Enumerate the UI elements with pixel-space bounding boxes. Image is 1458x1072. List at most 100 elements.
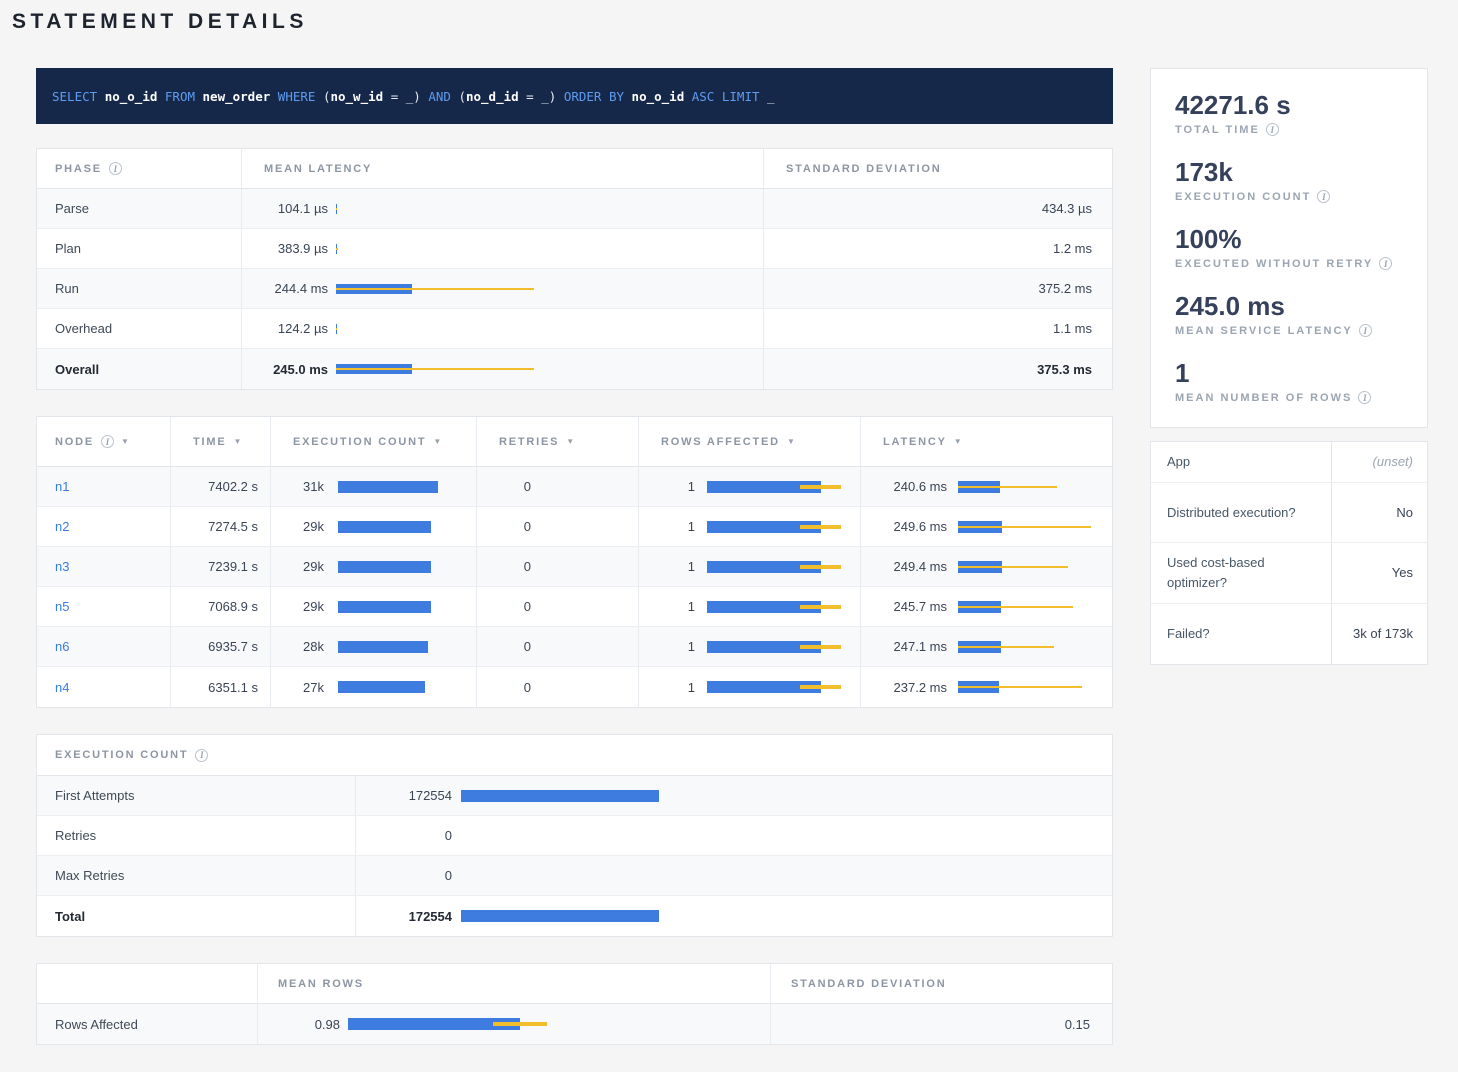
- node-link[interactable]: n2: [55, 519, 69, 534]
- standard-deviation-value: 434.3 µs: [1042, 201, 1092, 216]
- node-link[interactable]: n5: [55, 599, 69, 614]
- mean-latency-value: 245.0 ms: [262, 362, 328, 377]
- latency-value: 249.4 ms: [879, 559, 947, 574]
- node-link[interactable]: n3: [55, 559, 69, 574]
- detail-row-failed: Failed? 3k of 173k: [1151, 604, 1427, 664]
- execution-count-value: 27k: [289, 680, 324, 695]
- rows-affected-column-header[interactable]: ROWS AFFECTED ▼: [639, 417, 861, 466]
- time-column-header[interactable]: TIME ▼: [171, 417, 271, 466]
- details-card: App (unset) Distributed execution? No Us…: [1150, 441, 1428, 665]
- sort-desc-icon[interactable]: ▼: [566, 437, 574, 446]
- detail-row-distributed-execution: Distributed execution? No: [1151, 483, 1427, 543]
- sort-desc-icon[interactable]: ▼: [787, 437, 795, 446]
- execution-count-column-label: EXECUTION COUNT: [293, 436, 426, 448]
- node-link[interactable]: n6: [55, 639, 69, 654]
- bar-whisker: [800, 485, 841, 489]
- rows-affected-bar: [707, 681, 853, 693]
- execution-count-bar: [338, 641, 470, 653]
- bar-whisker: [493, 1022, 548, 1026]
- info-icon[interactable]: i: [1379, 257, 1392, 270]
- node-row-n3: n3 7239.1 s 29k 0 1 249.4 ms: [37, 547, 1112, 587]
- sort-desc-icon[interactable]: ▼: [433, 437, 441, 446]
- detail-row-app: App (unset): [1151, 442, 1427, 483]
- retries-column-label: RETRIES: [499, 436, 559, 448]
- info-icon[interactable]: i: [1359, 324, 1372, 337]
- phase-name: Overall: [55, 362, 99, 377]
- phase-name: Plan: [55, 241, 81, 256]
- phase-row-overhead: Overhead 124.2 µs 1.1 ms: [37, 309, 1112, 349]
- sort-desc-icon[interactable]: ▼: [954, 437, 962, 446]
- time-column-label: TIME: [193, 436, 226, 448]
- latency-column-header[interactable]: LATENCY ▼: [861, 417, 1112, 466]
- node-table-header: NODE i ▼ TIME ▼ EXECUTION COUNT ▼ RETRIE…: [37, 417, 1112, 467]
- execution-count-bar: [338, 601, 470, 613]
- stat-label: MEAN NUMBER OF ROWS: [1175, 392, 1352, 404]
- execution-count-bar: [338, 681, 470, 693]
- stat-execution-count: 173k EXECUTION COUNTi: [1175, 157, 1403, 203]
- info-icon[interactable]: i: [1358, 391, 1371, 404]
- exec-row-value: 0: [364, 828, 452, 843]
- node-link[interactable]: n1: [55, 479, 69, 494]
- execution-count-bar: [461, 910, 1109, 922]
- phase-row-overall: Overall 245.0 ms 375.3 ms: [37, 349, 1112, 389]
- stat-mean-number-of-rows: 1 MEAN NUMBER OF ROWSi: [1175, 358, 1403, 404]
- rows-affected-row-label: Rows Affected: [55, 1017, 138, 1032]
- detail-value: 3k of 173k: [1331, 604, 1427, 664]
- info-icon[interactable]: i: [195, 749, 208, 762]
- bar-fill: [461, 790, 659, 802]
- mean-latency-value: 383.9 µs: [262, 241, 328, 256]
- info-icon[interactable]: i: [1317, 190, 1330, 203]
- latency-bar: [336, 324, 536, 334]
- detail-value: No: [1331, 483, 1427, 542]
- mean-latency-value: 124.2 µs: [262, 321, 328, 336]
- info-icon[interactable]: i: [101, 435, 114, 448]
- retries-value: 0: [495, 519, 531, 534]
- exec-row-total: Total 172554: [37, 896, 1112, 936]
- latency-bar: [336, 364, 536, 374]
- rows-affected-bar: [707, 641, 853, 653]
- stat-value: 173k: [1175, 157, 1403, 187]
- time-value: 7274.5 s: [208, 519, 258, 534]
- mean-rows-column-label: MEAN ROWS: [278, 978, 364, 990]
- rows-affected-empty-header: [37, 964, 258, 1003]
- standard-deviation-column-label: STANDARD DEVIATION: [786, 163, 941, 175]
- retries-column-header[interactable]: RETRIES ▼: [477, 417, 639, 466]
- retries-value: 0: [495, 479, 531, 494]
- page-title: STATEMENT DETAILS: [12, 10, 1458, 34]
- mean-latency-column-label: MEAN LATENCY: [264, 163, 372, 175]
- node-row-n6: n6 6935.7 s 28k 0 1 247.1 ms: [37, 627, 1112, 667]
- execution-count-bar: [338, 481, 470, 493]
- execution-count-column-header[interactable]: EXECUTION COUNT ▼: [271, 417, 477, 466]
- latency-value: 249.6 ms: [879, 519, 947, 534]
- latency-value: 247.1 ms: [879, 639, 947, 654]
- execution-count-value: 29k: [289, 599, 324, 614]
- time-value: 7068.9 s: [208, 599, 258, 614]
- execution-count-value: 29k: [289, 559, 324, 574]
- detail-label: Failed?: [1151, 604, 1331, 664]
- node-column-header[interactable]: NODE i ▼: [37, 417, 171, 466]
- bar-fill: [338, 641, 428, 653]
- node-link[interactable]: n4: [55, 680, 69, 695]
- bar-whisker: [336, 368, 534, 370]
- detail-value: Yes: [1331, 543, 1427, 603]
- exec-row-first-attempts: First Attempts 172554: [37, 776, 1112, 816]
- stat-mean-service-latency: 245.0 ms MEAN SERVICE LATENCYi: [1175, 291, 1403, 337]
- sql-text: SELECT no_o_id FROM new_order WHERE (no_…: [52, 89, 775, 104]
- sort-desc-icon[interactable]: ▼: [121, 437, 129, 446]
- phase-column-label: PHASE: [55, 163, 102, 175]
- bar-whisker: [336, 208, 337, 210]
- standard-deviation-value: 375.3 ms: [1037, 362, 1092, 377]
- side-column: 42271.6 s TOTAL TIMEi 173k EXECUTION COU…: [1150, 68, 1428, 1071]
- detail-value: (unset): [1331, 442, 1427, 482]
- sql-statement-box: SELECT no_o_id FROM new_order WHERE (no_…: [36, 68, 1113, 124]
- latency-bar: [958, 681, 1106, 693]
- info-icon[interactable]: i: [1266, 123, 1279, 136]
- bar-whisker: [958, 646, 1054, 648]
- info-icon[interactable]: i: [109, 162, 122, 175]
- stat-label: TOTAL TIME: [1175, 124, 1260, 136]
- bar-fill: [338, 521, 431, 533]
- node-column-label: NODE: [55, 436, 94, 448]
- bar-whisker: [800, 645, 841, 649]
- rows-affected-value: 1: [657, 559, 695, 574]
- sort-desc-icon[interactable]: ▼: [233, 437, 241, 446]
